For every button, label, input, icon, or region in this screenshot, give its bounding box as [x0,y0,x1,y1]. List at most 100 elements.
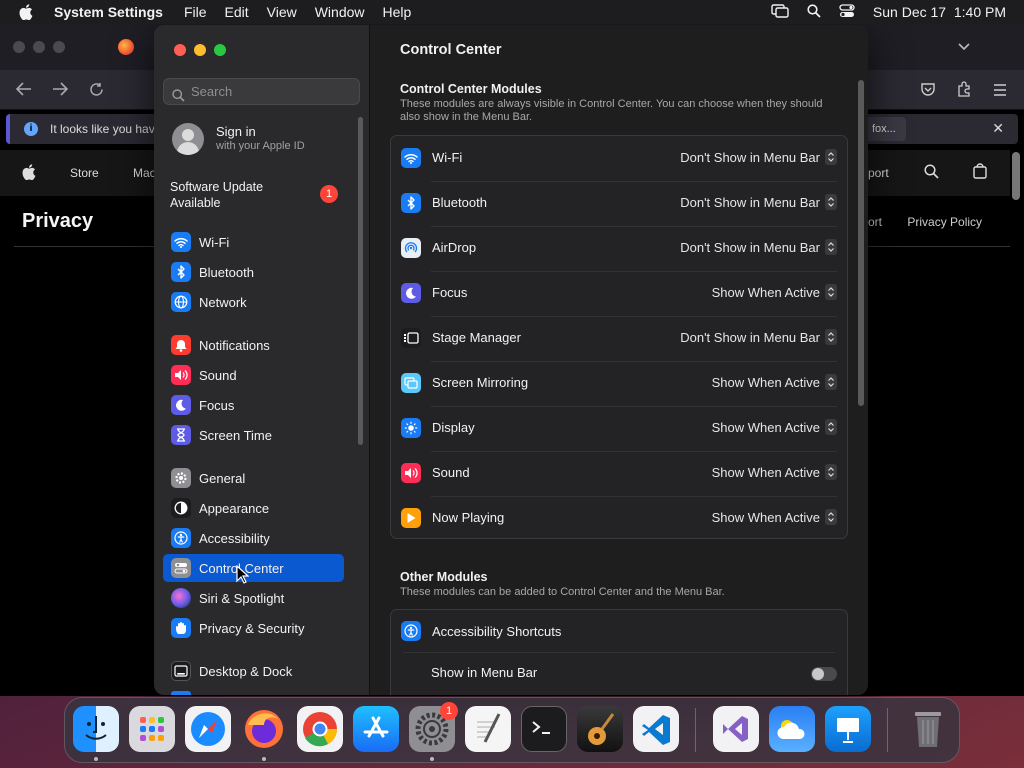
screen-mirroring-icon [401,373,421,393]
browser-close-button[interactable] [13,41,25,53]
menu-view[interactable]: View [258,4,306,20]
search-input[interactable]: Search [163,78,360,105]
up-down-chevron-icon [825,464,837,480]
back-icon[interactable] [15,82,32,101]
sidebar-item-privacy-security[interactable]: Privacy & Security [163,614,344,642]
apple-menu-icon[interactable] [16,4,36,20]
menu-clock[interactable]: Sun Dec 17 1:40 PM [873,4,1006,20]
sidebar-item-notifications[interactable]: Notifications [163,331,344,359]
module-visibility-select[interactable]: Don't Show in Menu Bar [680,149,837,165]
sidebar-item-label: Network [199,294,247,310]
bell-icon [171,335,191,355]
software-update-item[interactable]: Software Update Available 1 [170,179,350,211]
sidebar-item-network[interactable]: Network [163,288,344,316]
visual-studio-icon[interactable] [713,706,759,752]
firefox-tab-icon[interactable] [118,39,134,55]
sidebar-item-accessibility[interactable]: Accessibility [163,524,344,552]
zoom-window-button[interactable] [214,44,226,56]
sidebar-item-wifi[interactable]: Wi-Fi [163,228,344,256]
stage-manager-icon [401,328,421,348]
extensions-icon[interactable] [956,81,972,102]
nav-link-mac[interactable]: Mac [133,166,156,180]
close-window-button[interactable] [174,44,186,56]
textedit-icon[interactable] [465,706,511,752]
content-scrollbar[interactable] [858,80,864,406]
sidebar-item-general[interactable]: General [163,464,344,492]
section-desc-other: These modules can be added to Control Ce… [400,586,725,598]
play-icon [401,508,421,528]
minimize-window-button[interactable] [194,44,206,56]
forward-icon[interactable] [52,82,69,101]
close-icon[interactable]: ✕ [992,120,1004,137]
module-visibility-select[interactable]: Show When Active [712,284,837,300]
sidebar-item-bluetooth[interactable]: Bluetooth [163,258,344,286]
nav-link-support[interactable]: port [868,166,889,180]
module-label: AirDrop [432,240,477,255]
browser-zoom-button[interactable] [53,41,65,53]
module-visibility-select[interactable]: Show When Active [712,419,837,435]
select-value: Show When Active [711,284,820,300]
tab-list-chevron-icon[interactable] [958,38,970,56]
browser-minimize-button[interactable] [33,41,45,53]
sidebar-item-control-center[interactable]: Control Center [163,554,344,582]
firefox-icon[interactable] [241,706,287,752]
bag-icon[interactable] [973,163,987,182]
module-visibility-select[interactable]: Don't Show in Menu Bar [680,194,837,210]
module-visibility-select[interactable]: Show When Active [712,374,837,390]
finder-icon[interactable] [73,706,119,752]
safari-icon[interactable] [185,706,231,752]
module-label: Screen Mirroring [432,375,529,390]
search-icon[interactable] [807,3,821,21]
apple-logo-icon[interactable] [22,164,36,183]
vscode-icon[interactable] [633,706,679,752]
up-down-chevron-icon [825,194,837,210]
keynote-icon[interactable] [825,706,871,752]
module-visibility-select[interactable]: Show When Active [712,464,837,480]
sidebar-item-label: Siri & Spotlight [199,590,285,606]
menu-edit[interactable]: Edit [216,4,258,20]
menu-help[interactable]: Help [374,4,421,20]
launchpad-icon[interactable] [129,706,175,752]
page-link-privacy-policy[interactable]: Privacy Policy [907,215,982,229]
hamburger-menu-icon[interactable] [993,83,1007,101]
list-item-airdrop: AirDrop Don't Show in Menu Bar [391,226,849,271]
up-down-chevron-icon [825,284,837,300]
control-center-icon[interactable] [839,3,855,21]
sidebar-item-label: Privacy & Security [199,620,305,636]
sidebar-item-desktop-dock[interactable]: Desktop & Dock [163,657,344,685]
nav-link-store[interactable]: Store [70,166,99,180]
menu-file[interactable]: File [175,4,216,20]
section-desc-modules: These modules are always visible in Cont… [400,98,823,123]
up-down-chevron-icon [825,374,837,390]
page-link-support[interactable]: ort [868,215,882,229]
sidebar-scrollbar[interactable] [358,117,363,445]
menu-window[interactable]: Window [306,4,374,20]
notification-action-button[interactable]: fox... [862,117,906,141]
module-visibility-select[interactable]: Don't Show in Menu Bar [680,329,837,345]
show-in-menu-bar-toggle[interactable] [811,667,837,681]
module-label: Wi-Fi [432,150,463,165]
sidebar-item-appearance[interactable]: Appearance [163,494,344,522]
weather-icon[interactable] [769,706,815,752]
terminal-icon[interactable] [521,706,567,752]
menu-app-name[interactable]: System Settings [50,4,175,20]
chrome-icon[interactable] [297,706,343,752]
module-visibility-select[interactable]: Don't Show in Menu Bar [680,239,837,255]
trash-icon[interactable] [905,706,951,752]
hourglass-icon [171,425,191,445]
appearance-icon [171,498,191,518]
list-item-stage-manager: Stage Manager Don't Show in Menu Bar [391,316,849,361]
sidebar-item-focus[interactable]: Focus [163,391,344,419]
search-icon[interactable] [924,164,939,182]
sidebar-item-sound[interactable]: Sound [163,361,344,389]
pocket-icon[interactable] [920,81,936,102]
garageband-icon[interactable] [577,706,623,752]
app-store-icon[interactable] [353,706,399,752]
sidebar-item-siri-spotlight[interactable]: Siri & Spotlight [163,584,344,612]
browser-scrollbar[interactable] [1012,152,1020,200]
module-visibility-select[interactable]: Show When Active [712,509,837,525]
sidebar-item-screen-time[interactable]: Screen Time [163,421,344,449]
reload-icon[interactable] [89,82,104,102]
screen-mirroring-icon[interactable] [771,3,789,21]
speaker-icon [171,365,191,385]
